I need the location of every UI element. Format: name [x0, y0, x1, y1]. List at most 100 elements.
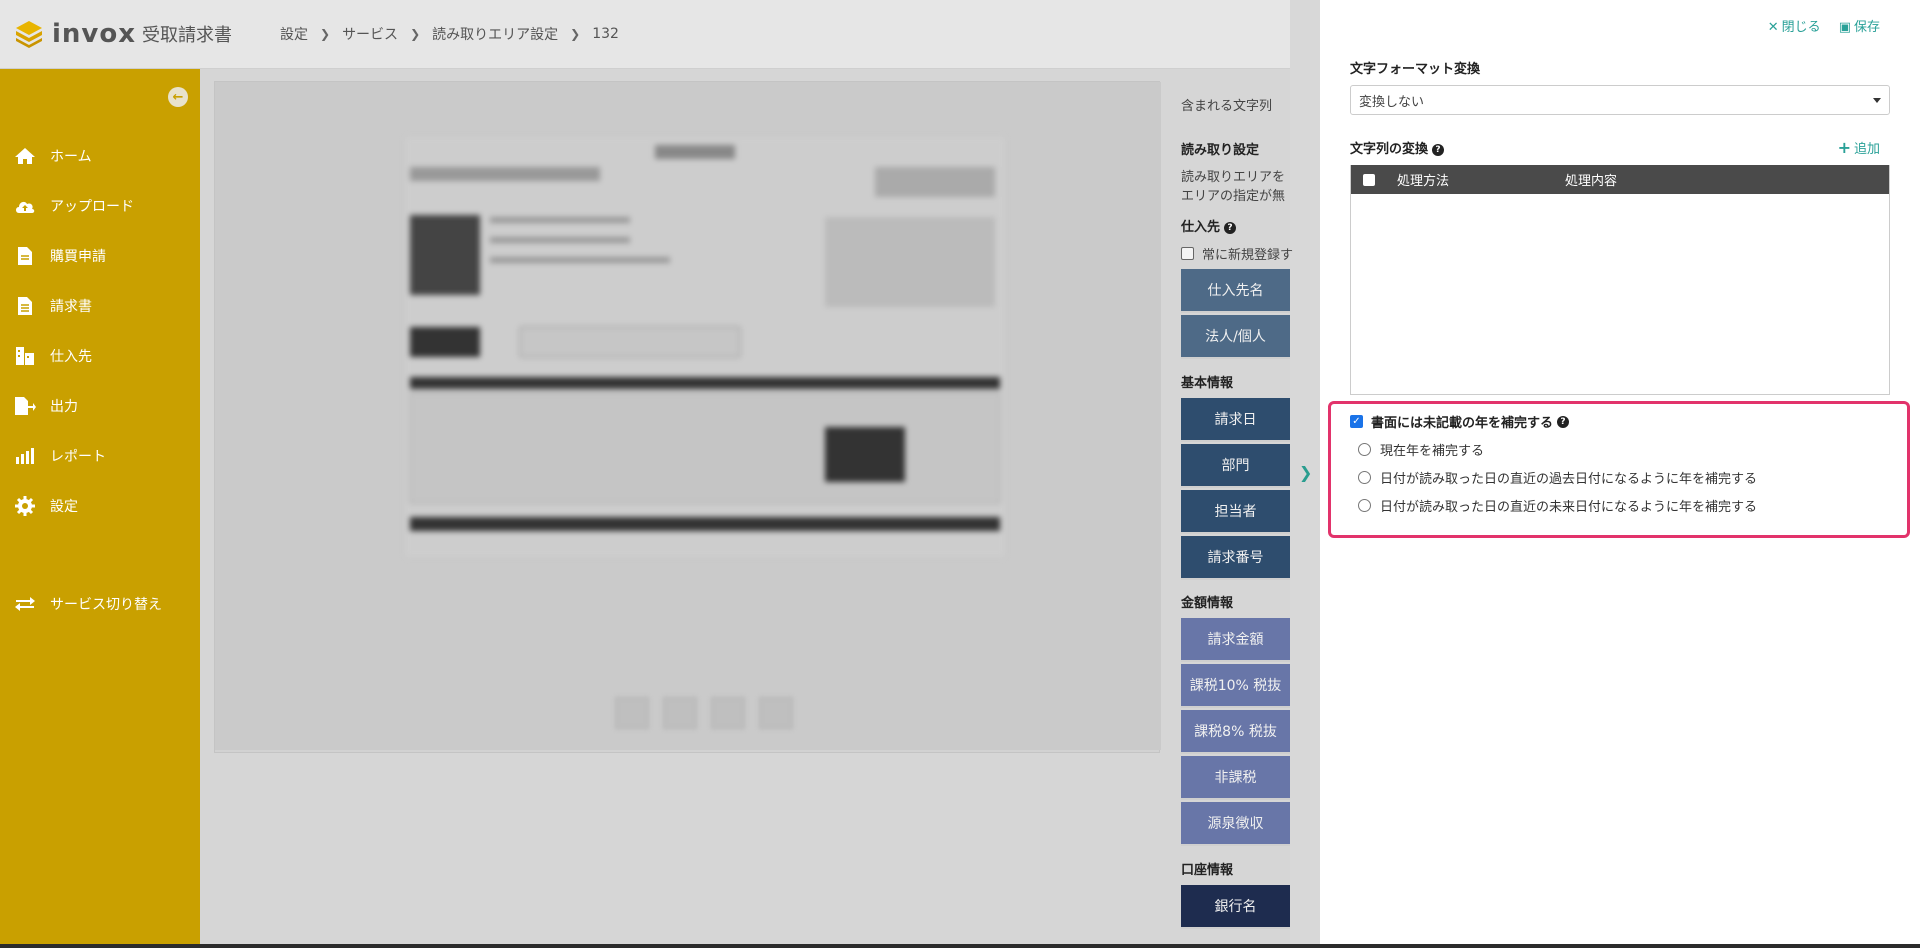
field-button-invoice-date[interactable]: 請求日	[1181, 398, 1290, 442]
field-button-corporate-individual[interactable]: 法人/個人	[1181, 315, 1290, 359]
breadcrumb-item-settings[interactable]: 設定	[280, 24, 308, 44]
sidebar-item-label: 請求書	[50, 299, 92, 315]
home-icon	[14, 145, 36, 167]
radio-circle[interactable]	[1358, 471, 1371, 484]
radio-future-date[interactable]: 日付が読み取った日の直近の未来日付になるように年を補完する	[1358, 496, 1757, 515]
field-settings-panel: ✕ 閉じる ▣ 保存 文字フォーマット変換 変換しない 文字列の変換? + 追加 処理…	[1320, 0, 1920, 944]
checkbox-label: 常に新規登録す	[1202, 248, 1294, 263]
app-logo[interactable]: invox 受取請求書	[14, 19, 280, 49]
prev-page-button[interactable]	[663, 697, 697, 729]
last-page-button[interactable]	[759, 697, 793, 729]
field-button-tax-exempt[interactable]: 非課税	[1181, 756, 1290, 800]
next-page-button[interactable]	[711, 697, 745, 729]
sidebar-item-service-switch[interactable]: サービス切り替え	[0, 579, 200, 629]
checkbox-box[interactable]	[1181, 247, 1194, 260]
chevron-right-icon[interactable]: ❯	[1299, 463, 1312, 482]
field-button-withholding[interactable]: 源泉徴収	[1181, 802, 1290, 846]
read-settings-desc: 読み取りエリアを	[1181, 170, 1286, 185]
field-button-tax10[interactable]: 課税10% 税抜	[1181, 664, 1290, 708]
close-icon: ✕	[1767, 20, 1779, 35]
section-label: 文字列の変換	[1350, 142, 1429, 157]
checkmark-icon[interactable]: ✓	[1350, 415, 1363, 428]
column-header-content: 処理内容	[1565, 174, 1618, 189]
chevron-right-icon: ❯	[320, 27, 331, 41]
caret-down-icon	[1873, 98, 1881, 103]
supplier-section-title: 仕入先?	[1181, 216, 1237, 235]
sidebar-item-settings[interactable]: 設定	[0, 481, 200, 531]
plus-icon: +	[1837, 138, 1851, 157]
sidebar-item-label: レポート	[50, 449, 106, 465]
select-all-checkbox[interactable]	[1363, 173, 1375, 186]
read-settings-title: 読み取り設定	[1181, 143, 1260, 158]
breadcrumb: 設定 ❯ サービス ❯ 読み取りエリア設定 ❯ 132	[280, 24, 619, 44]
section-label: 仕入先	[1181, 220, 1221, 235]
help-icon[interactable]: ?	[1224, 221, 1237, 234]
field-button-supplier-name[interactable]: 仕入先名	[1181, 269, 1290, 313]
radio-circle[interactable]	[1358, 443, 1371, 456]
sidebar-item-home[interactable]: ホーム	[0, 131, 200, 181]
panel-actions: ✕ 閉じる ▣ 保存	[1768, 16, 1880, 35]
chart-icon	[14, 445, 36, 467]
amount-section-title: 金額情報	[1181, 596, 1234, 611]
sidebar: ← ホーム アップロード 購買申請 請求書 仕入先 出力 レポート 設定 サービ…	[0, 69, 200, 948]
sidebar-nav: ホーム アップロード 購買申請 請求書 仕入先 出力 レポート 設定	[0, 131, 200, 531]
document-icon	[14, 245, 36, 267]
help-icon[interactable]: ?	[1557, 415, 1570, 428]
document-canvas[interactable]	[215, 82, 1161, 750]
collapse-sidebar-icon[interactable]: ←	[168, 87, 188, 107]
page-navigation	[615, 697, 793, 729]
radio-label: 日付が読み取った日の直近の過去日付になるように年を補完する	[1380, 472, 1758, 487]
checkbox-label: 書面には未記載の年を補完する	[1371, 416, 1554, 431]
sidebar-item-purchase-request[interactable]: 購買申請	[0, 231, 200, 281]
add-label: 追加	[1853, 142, 1880, 157]
breadcrumb-item-id: 132	[592, 26, 619, 42]
complement-year-checkbox[interactable]: ✓ 書面には未記載の年を補完する ?	[1350, 412, 1570, 431]
breadcrumb-item-service[interactable]: サービス	[342, 24, 398, 44]
close-button[interactable]: ✕ 閉じる	[1768, 16, 1821, 35]
invoice-preview-image	[405, 137, 1005, 557]
radio-label: 現在年を補完する	[1380, 444, 1485, 459]
radio-label: 日付が読み取った日の直近の未来日付になるように年を補完する	[1380, 500, 1758, 515]
sidebar-item-report[interactable]: レポート	[0, 431, 200, 481]
column-header-method: 処理方法	[1397, 174, 1450, 189]
sidebar-item-invoice[interactable]: 請求書	[0, 281, 200, 331]
field-button-invoice-number[interactable]: 請求番号	[1181, 536, 1290, 580]
field-button-department[interactable]: 部門	[1181, 444, 1290, 488]
sidebar-item-label: 購買申請	[50, 249, 106, 265]
field-button-invoice-amount[interactable]: 請求金額	[1181, 618, 1290, 662]
basic-section-title: 基本情報	[1181, 376, 1234, 391]
string-conversion-title: 文字列の変換?	[1350, 138, 1445, 157]
close-label: 閉じる	[1781, 20, 1821, 35]
sidebar-item-upload[interactable]: アップロード	[0, 181, 200, 231]
logo-subtitle: 受取請求書	[142, 25, 233, 46]
save-button[interactable]: ▣ 保存	[1839, 16, 1880, 35]
sidebar-item-supplier[interactable]: 仕入先	[0, 331, 200, 381]
invoice-icon	[14, 295, 36, 317]
bottom-bar	[0, 944, 1920, 948]
help-icon[interactable]: ?	[1432, 143, 1445, 156]
radio-circle[interactable]	[1358, 499, 1371, 512]
sidebar-item-label: アップロード	[50, 199, 134, 215]
format-conversion-select[interactable]: 変換しない	[1350, 85, 1890, 115]
app-header: invox 受取請求書 設定 ❯ サービス ❯ 読み取りエリア設定 ❯ 132	[0, 0, 1290, 69]
first-page-button[interactable]	[615, 697, 649, 729]
field-button-tax8[interactable]: 課税8% 税抜	[1181, 710, 1290, 754]
always-register-checkbox[interactable]: 常に新規登録す	[1181, 244, 1293, 263]
table-header: 処理方法 処理内容	[1351, 165, 1889, 194]
included-text-label: 含まれる文字列	[1181, 99, 1273, 114]
chevron-right-icon: ❯	[410, 27, 421, 41]
sidebar-item-export[interactable]: 出力	[0, 381, 200, 431]
sidebar-item-label: 出力	[50, 399, 78, 415]
add-conversion-button[interactable]: + 追加	[1838, 138, 1880, 157]
switch-icon	[14, 593, 36, 615]
format-conversion-title: 文字フォーマット変換	[1350, 62, 1481, 77]
field-button-person-in-charge[interactable]: 担当者	[1181, 490, 1290, 534]
sidebar-item-label: サービス切り替え	[50, 597, 162, 613]
export-icon	[14, 395, 36, 417]
field-button-bank-name[interactable]: 銀行名	[1181, 885, 1290, 929]
chevron-right-icon: ❯	[570, 27, 581, 41]
breadcrumb-item-read-area[interactable]: 読み取りエリア設定	[432, 24, 558, 44]
radio-past-date[interactable]: 日付が読み取った日の直近の過去日付になるように年を補完する	[1358, 468, 1757, 487]
radio-current-year[interactable]: 現在年を補完する	[1358, 440, 1484, 459]
account-section-title: 口座情報	[1181, 863, 1234, 878]
